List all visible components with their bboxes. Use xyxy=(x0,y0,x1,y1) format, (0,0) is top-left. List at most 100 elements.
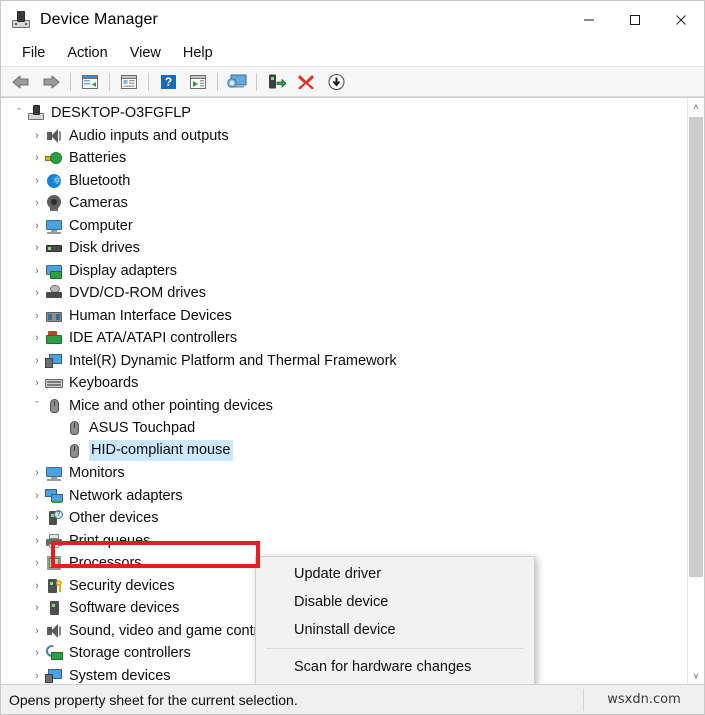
list-view-icon[interactable] xyxy=(114,69,144,95)
chevron-right-icon[interactable]: › xyxy=(29,670,45,682)
tree-item-display-adapters[interactable]: › Display adapters xyxy=(1,260,687,283)
toolbar-separator xyxy=(256,72,257,91)
back-arrow-icon[interactable] xyxy=(6,69,36,95)
processor-icon xyxy=(45,554,63,572)
close-button[interactable] xyxy=(658,1,704,39)
tree-item-intel-dynamic-platform[interactable]: › Intel(R) Dynamic Platform and Thermal … xyxy=(1,350,687,373)
chevron-right-icon[interactable]: › xyxy=(29,197,45,209)
vertical-scrollbar[interactable]: ˄ ˅ xyxy=(687,98,704,684)
scrollbar-thumb[interactable] xyxy=(689,117,703,577)
context-menu-item-disable-device[interactable]: Disable device xyxy=(256,588,534,616)
ide-controller-icon xyxy=(45,329,63,347)
tree-item-label: Storage controllers xyxy=(69,645,191,662)
tree-item-other-devices[interactable]: › ? Other devices xyxy=(1,507,687,530)
tree-item-human-interface-devices[interactable]: › Human Interface Devices xyxy=(1,305,687,328)
chevron-right-icon[interactable]: › xyxy=(29,355,45,367)
menu-action[interactable]: Action xyxy=(56,41,118,65)
unknown-device-icon: ? xyxy=(45,509,63,527)
chevron-right-icon[interactable]: › xyxy=(29,647,45,659)
chevron-right-icon[interactable]: › xyxy=(29,535,45,547)
tree-item-batteries[interactable]: › Batteries xyxy=(1,147,687,170)
tree-content-area: ˇ DESKTOP-O3FGFLP › Audio inputs and out… xyxy=(1,97,704,684)
chevron-right-icon[interactable]: › xyxy=(29,242,45,254)
watermark: wsxdn.com xyxy=(607,692,681,707)
tree-item-label: System devices xyxy=(69,667,171,684)
maximize-button[interactable] xyxy=(612,1,658,39)
context-menu-item-scan-for-hardware-changes[interactable]: Scan for hardware changes xyxy=(256,653,534,681)
tree-item-network-adapters[interactable]: › Network adapters xyxy=(1,485,687,508)
chevron-right-icon[interactable]: › xyxy=(29,557,45,569)
tree-item-label: Intel(R) Dynamic Platform and Thermal Fr… xyxy=(69,352,397,369)
title-bar: Device Manager xyxy=(1,1,704,39)
context-menu-separator xyxy=(266,648,524,649)
help-icon[interactable]: ? xyxy=(153,69,183,95)
chevron-right-icon[interactable]: › xyxy=(29,220,45,232)
tree-item-label: Bluetooth xyxy=(69,172,131,189)
tree-item-print-queues[interactable]: › Print queues xyxy=(1,530,687,553)
tree-item-bluetooth[interactable]: › ⚛ Bluetooth xyxy=(1,170,687,193)
device-manager-window: Device Manager File Action View Help ? ˇ… xyxy=(0,0,705,715)
context-menu: Update driver Disable device Uninstall d… xyxy=(255,556,535,684)
chevron-right-icon[interactable]: › xyxy=(29,287,45,299)
display-adapter-icon xyxy=(45,262,63,280)
tree-item-monitors[interactable]: › Monitors xyxy=(1,462,687,485)
chevron-down-icon[interactable]: ˇ xyxy=(29,400,45,412)
chevron-right-icon[interactable]: › xyxy=(29,580,45,592)
chevron-right-icon[interactable]: › xyxy=(29,625,45,637)
menu-view[interactable]: View xyxy=(119,41,172,65)
computer-icon xyxy=(27,104,45,122)
chevron-right-icon[interactable]: › xyxy=(29,512,45,524)
context-menu-item-uninstall-device[interactable]: Uninstall device xyxy=(256,616,534,644)
chevron-right-icon[interactable]: › xyxy=(29,265,45,277)
minimize-button[interactable] xyxy=(566,1,612,39)
monitor-icon xyxy=(45,217,63,235)
update-driver-icon[interactable] xyxy=(261,69,291,95)
tree-item-label: Mice and other pointing devices xyxy=(69,397,273,414)
menu-help[interactable]: Help xyxy=(172,41,224,65)
tree-item-label: Processors xyxy=(69,555,142,572)
tree-item-asus-touchpad[interactable]: ASUS Touchpad xyxy=(1,417,687,440)
scroll-up-arrow-icon[interactable]: ˄ xyxy=(688,98,704,115)
chevron-right-icon[interactable]: › xyxy=(29,130,45,142)
mouse-icon xyxy=(45,397,63,415)
tree-item-computer[interactable]: › Computer xyxy=(1,215,687,238)
printer-icon xyxy=(45,532,63,550)
tree-item-audio-inputs-and-outputs[interactable]: › Audio inputs and outputs xyxy=(1,125,687,148)
tree-item-label: Display adapters xyxy=(69,262,177,279)
tree-item-label: Human Interface Devices xyxy=(69,307,232,324)
tree-item-cameras[interactable]: › Cameras xyxy=(1,192,687,215)
network-adapter-icon xyxy=(45,487,63,505)
tree-item-dvd-cd-rom-drives[interactable]: › DVD/CD-ROM drives xyxy=(1,282,687,305)
tree-item-root[interactable]: ˇ DESKTOP-O3FGFLP xyxy=(1,102,687,125)
chevron-right-icon[interactable]: › xyxy=(29,175,45,187)
monitor-icon xyxy=(45,464,63,482)
chevron-right-icon[interactable]: › xyxy=(29,377,45,389)
software-device-icon xyxy=(45,599,63,617)
forward-arrow-icon[interactable] xyxy=(36,69,66,95)
uninstall-device-icon[interactable] xyxy=(291,69,321,95)
scan-window-icon[interactable] xyxy=(183,69,213,95)
tree-item-mice-and-other-pointing-devices[interactable]: ˇ Mice and other pointing devices xyxy=(1,395,687,418)
tree-item-label: Cameras xyxy=(69,195,128,212)
scrollbar-track[interactable] xyxy=(688,115,704,667)
chevron-right-icon[interactable]: › xyxy=(29,152,45,164)
tree-item-disk-drives[interactable]: › Disk drives xyxy=(1,237,687,260)
tree-item-ide-ata-atapi-controllers[interactable]: › IDE ATA/ATAPI controllers xyxy=(1,327,687,350)
chevron-right-icon[interactable]: › xyxy=(29,602,45,614)
scroll-down-arrow-icon[interactable]: ˅ xyxy=(688,667,704,684)
tree-item-hid-compliant-mouse[interactable]: HID-compliant mouse xyxy=(1,440,687,463)
menu-file[interactable]: File xyxy=(11,41,56,65)
chevron-right-icon[interactable]: › xyxy=(29,310,45,322)
device-tree[interactable]: ˇ DESKTOP-O3FGFLP › Audio inputs and out… xyxy=(1,98,687,684)
tree-item-keyboards[interactable]: › Keyboards xyxy=(1,372,687,395)
properties-window-icon[interactable] xyxy=(75,69,105,95)
chevron-right-icon[interactable]: › xyxy=(29,332,45,344)
chevron-right-icon[interactable]: › xyxy=(29,467,45,479)
dvd-drive-icon xyxy=(45,284,63,302)
scan-hardware-changes-icon[interactable] xyxy=(222,69,252,95)
tree-item-label: Security devices xyxy=(69,577,175,594)
context-menu-item-update-driver[interactable]: Update driver xyxy=(256,560,534,588)
chevron-down-icon[interactable]: ˇ xyxy=(11,107,27,119)
chevron-right-icon[interactable]: › xyxy=(29,490,45,502)
disable-device-icon[interactable] xyxy=(321,69,351,95)
